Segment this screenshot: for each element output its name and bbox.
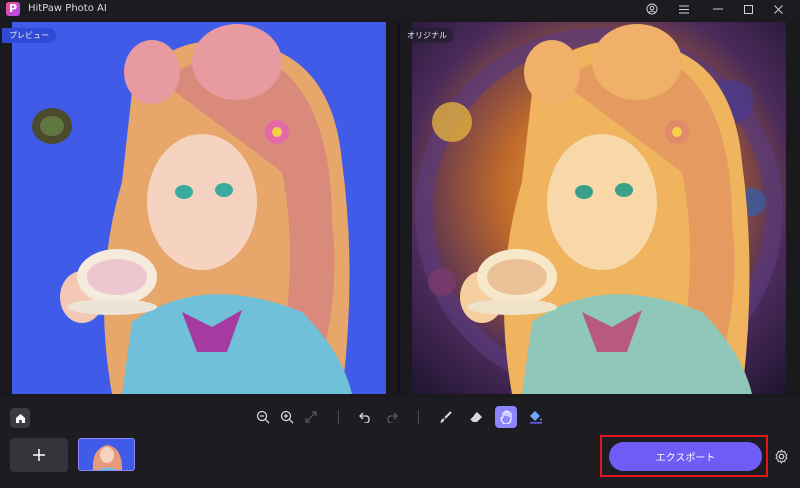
close-icon[interactable] (764, 0, 792, 18)
eraser-icon[interactable] (465, 406, 487, 428)
account-icon[interactable] (638, 0, 666, 18)
maximize-icon[interactable] (734, 0, 762, 18)
bottom-bar: エクスポート (0, 434, 800, 488)
export-button[interactable]: エクスポート (609, 442, 762, 471)
minimize-icon[interactable] (704, 0, 732, 18)
hitpaw-logo-icon (6, 2, 20, 16)
zoom-out-icon[interactable] (252, 406, 274, 428)
brush-icon[interactable] (434, 406, 456, 428)
thumbnail-image (79, 439, 134, 470)
canvas-area: プレビュー オリジナル (0, 18, 800, 398)
preview-image (32, 24, 352, 394)
add-image-button[interactable] (10, 438, 68, 472)
undo-icon[interactable] (354, 406, 376, 428)
fit-screen-icon[interactable] (300, 406, 322, 428)
image-thumbnail[interactable] (78, 438, 135, 471)
preview-label: プレビュー (2, 28, 56, 43)
fill-bucket-icon[interactable] (525, 406, 547, 428)
gear-icon[interactable] (770, 445, 792, 467)
title-bar: HitPaw Photo AI (0, 0, 800, 18)
toolbar (0, 398, 800, 434)
home-icon[interactable] (10, 408, 30, 428)
toolbar-separator (418, 410, 419, 424)
zoom-in-icon[interactable] (276, 406, 298, 428)
original-label: オリジナル (400, 28, 454, 43)
app-title: HitPaw Photo AI (28, 3, 107, 14)
hand-icon[interactable] (495, 406, 517, 428)
plus-icon (33, 449, 45, 461)
redo-icon[interactable] (380, 406, 402, 428)
original-image (415, 24, 783, 394)
original-panel[interactable] (412, 22, 786, 394)
preview-panel[interactable] (12, 22, 386, 394)
toolbar-separator (338, 410, 339, 424)
menu-icon[interactable] (670, 0, 698, 18)
compare-divider[interactable] (398, 22, 400, 394)
